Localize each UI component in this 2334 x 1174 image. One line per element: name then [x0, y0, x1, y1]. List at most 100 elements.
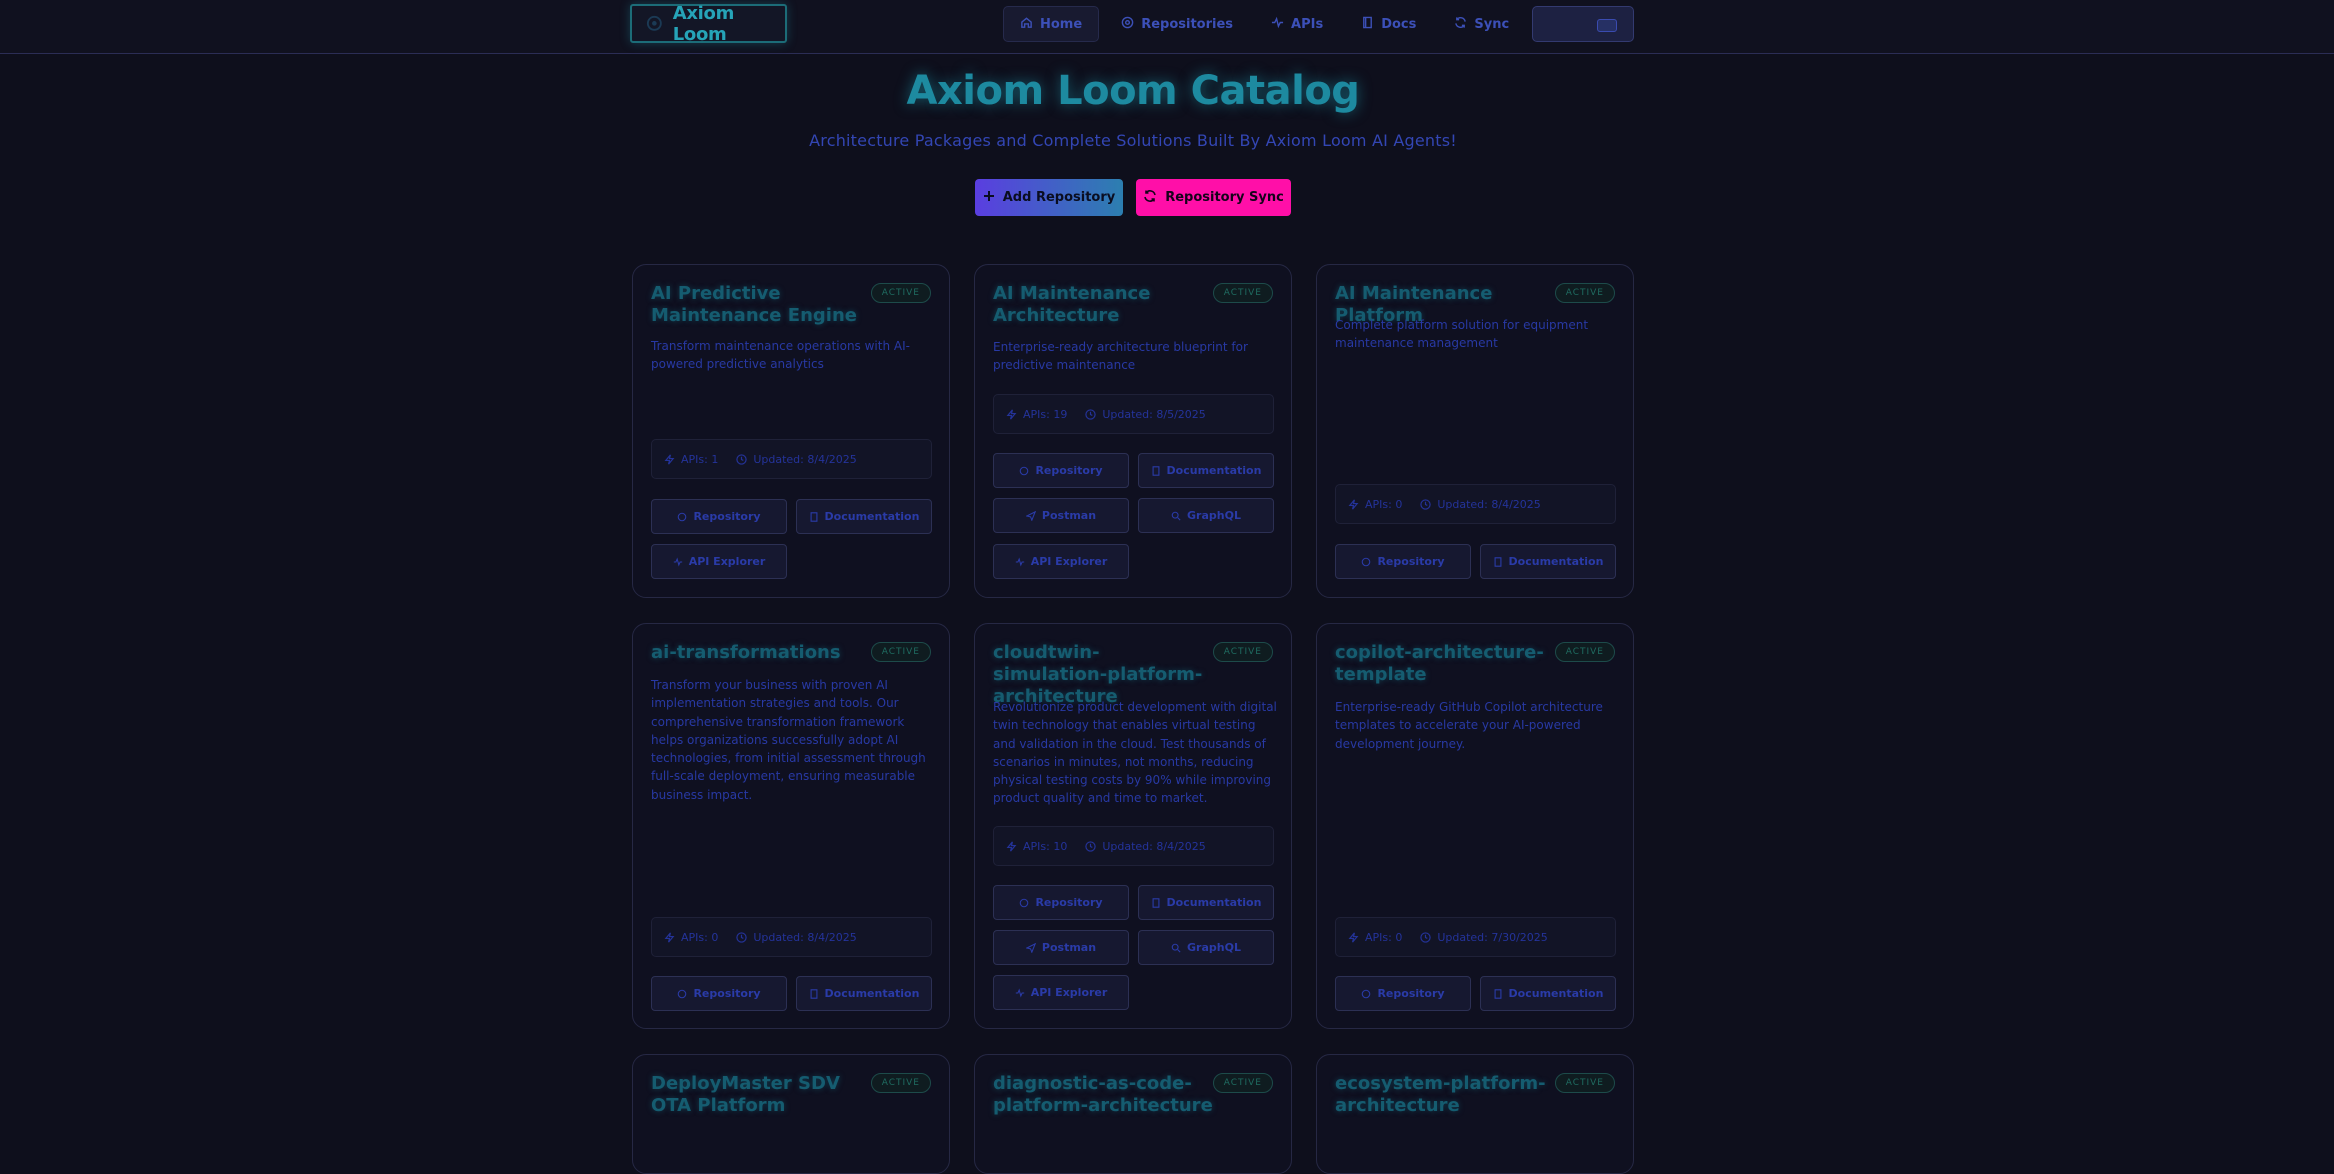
card-title[interactable]: DeployMaster SDV OTA Platform [651, 1073, 871, 1117]
zap-icon [664, 932, 675, 942]
card-title[interactable]: ecosystem-platform-architecture [1335, 1073, 1555, 1117]
button-label: API Explorer [1030, 555, 1108, 568]
book-icon [810, 988, 818, 999]
add-repository-button[interactable]: Add Repository [975, 179, 1123, 216]
api-count-label: APIs: 0 [681, 930, 719, 944]
keyboard-icon [1597, 19, 1617, 32]
api-count: APIs: 0 [1348, 498, 1402, 511]
button-label: API Explorer [1030, 986, 1108, 999]
api-explorer-button[interactable]: API Explorer [651, 544, 787, 579]
clock-icon [1420, 498, 1432, 510]
card-description: Transform your business with proven AI i… [651, 678, 926, 802]
repository-button[interactable]: Repository [993, 885, 1129, 920]
repository-button[interactable]: Repository [651, 499, 787, 534]
postman-button[interactable]: Postman [993, 930, 1129, 965]
card-meta: APIs: 0 Updated: 8/4/2025 [1335, 484, 1616, 524]
main-nav: Home Repositories APIs Docs Sync [1003, 6, 1531, 42]
button-label: Documentation [1166, 464, 1262, 477]
api-explorer-button[interactable]: API Explorer [993, 544, 1129, 579]
api-explorer-button[interactable]: API Explorer [993, 975, 1129, 1010]
nav-sync[interactable]: Sync [1438, 6, 1525, 42]
clock-icon [1085, 408, 1097, 420]
status-badge: ACTIVE [1554, 1073, 1615, 1093]
nav-apis[interactable]: APIs [1255, 6, 1339, 42]
repository-card: AI Maintenance Platform ACTIVE Complete … [1316, 264, 1634, 598]
card-title[interactable]: AI Maintenance Architecture [993, 283, 1213, 327]
book-icon [1494, 556, 1502, 567]
command-palette-button[interactable] [1532, 6, 1634, 42]
graphql-button[interactable]: GraphQL [1138, 498, 1274, 533]
card-title[interactable]: ai-transformations [651, 642, 871, 664]
nav-repositories[interactable]: Repositories [1105, 6, 1249, 42]
button-label: Repository [1377, 555, 1445, 568]
brand-logo-link[interactable]: Axiom Loom [630, 2, 787, 45]
repository-button[interactable]: Repository [993, 453, 1129, 488]
button-label: GraphQL [1187, 941, 1241, 954]
clock-icon [736, 453, 748, 465]
status-badge: ACTIVE [1212, 642, 1273, 662]
top-navigation-bar: Axiom Loom Home Repositories APIs Docs S… [0, 0, 2334, 54]
button-label: Documentation [1166, 896, 1262, 909]
repository-icon [678, 512, 687, 521]
button-label: API Explorer [688, 555, 766, 568]
repository-sync-button[interactable]: Repository Sync [1136, 179, 1291, 216]
card-description: Enterprise-ready architecture blueprint … [993, 340, 1248, 373]
hero-actions: Add Repository Repository Sync [975, 179, 1291, 216]
repository-icon [1020, 898, 1029, 907]
status-badge: ACTIVE [870, 1073, 931, 1093]
updated-date: Updated: 8/4/2025 [1085, 839, 1206, 853]
api-count-label: APIs: 1 [681, 452, 719, 466]
documentation-button[interactable]: Documentation [1480, 976, 1616, 1011]
card-title[interactable]: diagnostic-as-code-platform-architecture [993, 1073, 1213, 1117]
updated-label: Updated: 8/4/2025 [1102, 839, 1206, 853]
card-meta: APIs: 1 Updated: 8/4/2025 [651, 439, 932, 479]
card-meta: APIs: 0 Updated: 7/30/2025 [1335, 917, 1616, 957]
button-label: Postman [1041, 941, 1097, 954]
repository-card: copilot-architecture-template ACTIVE Ent… [1316, 623, 1634, 1029]
search-icon [1171, 943, 1181, 953]
documentation-button[interactable]: Documentation [1480, 544, 1616, 579]
zap-icon [1006, 409, 1017, 419]
repository-card: AI Predictive Maintenance Engine ACTIVE … [632, 264, 950, 598]
brand-name: Axiom Loom [672, 2, 735, 45]
repository-card: ai-transformations ACTIVE Transform your… [632, 623, 950, 1029]
send-icon [1025, 510, 1036, 521]
documentation-button[interactable]: Documentation [1138, 885, 1274, 920]
book-icon [1361, 16, 1374, 33]
documentation-button[interactable]: Documentation [796, 499, 932, 534]
nav-home[interactable]: Home [1003, 6, 1100, 42]
repository-icon [1121, 16, 1134, 33]
card-description: Enterprise-ready GitHub Copilot architec… [1335, 700, 1603, 751]
repository-button[interactable]: Repository [1335, 544, 1471, 579]
page-subtitle: Architecture Packages and Complete Solut… [809, 131, 1457, 150]
button-label: Repository [693, 510, 761, 523]
card-description: Transform maintenance operations with AI… [651, 339, 910, 372]
book-icon [1152, 465, 1160, 476]
postman-button[interactable]: Postman [993, 498, 1129, 533]
api-count: APIs: 19 [1006, 408, 1067, 421]
repository-card: ecosystem-platform-architecture ACTIVE [1316, 1054, 1634, 1174]
refresh-icon [1454, 16, 1467, 33]
status-badge: ACTIVE [1212, 1073, 1273, 1093]
repository-card: diagnostic-as-code-platform-architecture… [974, 1054, 1292, 1174]
clock-icon [736, 931, 748, 943]
nav-docs[interactable]: Docs [1345, 6, 1432, 42]
documentation-button[interactable]: Documentation [1138, 453, 1274, 488]
search-icon [1171, 511, 1181, 521]
repository-button[interactable]: Repository [651, 976, 787, 1011]
repository-card: DeployMaster SDV OTA Platform ACTIVE [632, 1054, 950, 1174]
card-title[interactable]: copilot-architecture-template [1335, 642, 1555, 686]
activity-icon [1015, 987, 1024, 998]
repository-icon [1020, 466, 1029, 475]
send-icon [1025, 942, 1036, 953]
zap-icon [1006, 841, 1017, 851]
card-description: Complete platform solution for equipment… [1335, 318, 1589, 351]
home-icon [1020, 16, 1033, 33]
documentation-button[interactable]: Documentation [796, 976, 932, 1011]
card-title[interactable]: AI Predictive Maintenance Engine [651, 283, 871, 327]
activity-icon [1015, 556, 1024, 567]
refresh-icon [1143, 189, 1157, 207]
updated-label: Updated: 8/4/2025 [753, 930, 857, 944]
repository-button[interactable]: Repository [1335, 976, 1471, 1011]
graphql-button[interactable]: GraphQL [1138, 930, 1274, 965]
